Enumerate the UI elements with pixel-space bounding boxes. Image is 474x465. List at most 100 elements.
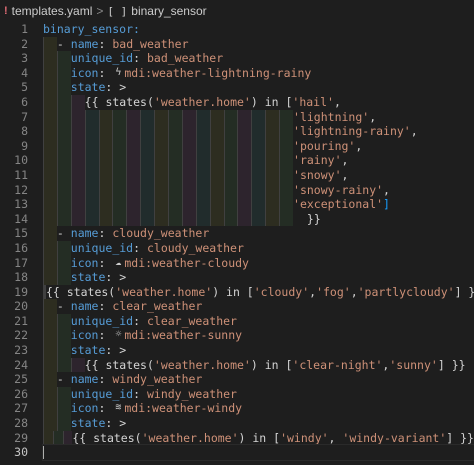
code-line[interactable]: 'rainy',	[43, 153, 474, 168]
indent-guide	[223, 197, 238, 212]
yaml-key: state	[70, 80, 106, 95]
code-line[interactable]: - name: bad_weather	[43, 36, 474, 52]
yaml-key: unique_id	[70, 51, 134, 66]
yaml-value: clear_weather	[146, 313, 237, 328]
line-number: 21	[14, 313, 28, 328]
code-line[interactable]: {{ states('weather.home') in ['cloudy', '…	[43, 284, 474, 300]
code-line[interactable]: - name: windy_weather	[43, 372, 474, 387]
breadcrumb-symbol[interactable]: binary_sensor	[131, 4, 206, 18]
indent-guide	[112, 109, 127, 125]
code-editor[interactable]: 1 2 3 4 5 6 7 8 9 10 11 12 13 14 15 16 1…	[0, 22, 474, 465]
current-line[interactable]	[42, 444, 474, 461]
code-line[interactable]: state: >	[43, 270, 474, 285]
colon: :	[133, 51, 141, 66]
indent-guide	[43, 153, 57, 168]
code-line[interactable]: {{ states('weather.home') in ['windy', '…	[43, 430, 474, 446]
yaml-key: icon	[70, 328, 99, 343]
line-number: 3	[21, 51, 28, 66]
list-dash: -	[56, 226, 64, 241]
indent-guide	[43, 94, 57, 110]
indent-guide	[126, 138, 141, 154]
weather-sunny-icon: ☼	[115, 329, 122, 341]
indent-guide	[279, 211, 294, 227]
code-line[interactable]: unique_id: windy_weather	[43, 386, 474, 402]
code-line[interactable]: 'exceptional']	[43, 197, 474, 212]
indent-guide	[56, 255, 71, 271]
code-line[interactable]: state: >	[43, 416, 474, 431]
indent-guide	[223, 138, 238, 154]
template-open: {{ states(	[84, 94, 154, 109]
indent-guide	[251, 124, 266, 139]
colon: :	[105, 416, 113, 431]
code-line[interactable]: 'lightning-rainy',	[43, 124, 474, 139]
code-line[interactable]: unique_id: bad_weather	[43, 51, 474, 66]
template-open: {{ states(	[72, 430, 142, 445]
breadcrumb: ! templates.yaml > [ ] binary_sensor	[0, 0, 474, 22]
indent-guide	[84, 138, 99, 154]
indent-guide	[237, 109, 252, 125]
indent-guide	[223, 211, 238, 227]
indent-guide	[265, 182, 280, 198]
yaml-key: icon	[70, 255, 99, 270]
indent-guide	[70, 124, 85, 139]
code-line[interactable]: {{ states('weather.home') in ['hail',	[43, 94, 474, 110]
indent-guide	[251, 109, 266, 125]
code-line[interactable]: - name: cloudy_weather	[43, 226, 474, 241]
indent-guide	[56, 153, 71, 168]
code-lines[interactable]: binary_sensor: - name: bad_weather uniqu…	[42, 22, 474, 461]
yaml-value: mdi:weather-sunny	[124, 328, 243, 343]
indent-guide	[84, 182, 99, 198]
code-line[interactable]: icon: ☼ mdi:weather-sunny	[43, 328, 474, 344]
code-line[interactable]: unique_id: clear_weather	[43, 313, 474, 329]
code-line[interactable]: icon: ϟ mdi:weather-lightning-rainy	[43, 65, 474, 81]
indent-guide	[223, 167, 238, 183]
indent-guide	[251, 138, 266, 154]
code-line[interactable]: 'lightning',	[43, 109, 474, 125]
indent-guide	[84, 197, 99, 212]
line-number: 4	[21, 65, 28, 80]
code-line[interactable]: state: >	[43, 343, 474, 358]
indent-guide	[43, 386, 57, 402]
template-in: ) in [	[238, 430, 281, 445]
indent-guide	[56, 138, 71, 154]
code-line[interactable]: icon: ☁ mdi:weather-cloudy	[43, 255, 474, 271]
code-line[interactable]: }}	[43, 211, 474, 227]
indent-guide	[56, 313, 71, 329]
code-line[interactable]: 'snowy',	[43, 167, 474, 183]
indent-guide	[43, 299, 57, 314]
code-line[interactable]: binary_sensor:	[43, 22, 474, 37]
colon: :	[105, 343, 113, 358]
indent-guide	[126, 182, 141, 198]
line-number: 15	[14, 226, 28, 241]
code-line[interactable]: {{ states('weather.home') in ['clear-nig…	[43, 357, 474, 373]
yaml-key: unique_id	[70, 240, 134, 255]
code-line[interactable]: unique_id: cloudy_weather	[43, 240, 474, 256]
yaml-key: state	[70, 416, 106, 431]
template-entity: 'weather.home'	[153, 357, 251, 372]
indent-guide	[154, 124, 169, 139]
indent-guide	[112, 197, 127, 212]
indent-guide	[112, 138, 127, 154]
code-line[interactable]: icon: ≋ mdi:weather-windy	[43, 401, 474, 417]
yaml-key: name	[70, 372, 99, 387]
yaml-key: unique_id	[70, 313, 134, 328]
indent-guide	[154, 211, 169, 227]
line-number: 25	[14, 372, 28, 387]
yaml-key: name	[70, 36, 99, 51]
indent-guide	[181, 197, 196, 212]
code-line[interactable]: - name: clear_weather	[43, 299, 474, 314]
line-number: 16	[14, 240, 28, 255]
breadcrumb-file[interactable]: templates.yaml	[12, 4, 93, 18]
code-line[interactable]: 'pouring',	[43, 138, 474, 154]
indent-guide	[56, 270, 71, 285]
indent-guide	[168, 182, 182, 198]
code-line[interactable]: state: >	[43, 80, 474, 95]
indent-guide	[265, 211, 280, 227]
indent-guide	[43, 211, 57, 227]
indent-guide	[70, 357, 85, 373]
indent-guide	[209, 197, 224, 212]
template-entity: 'weather.home'	[141, 430, 239, 445]
yaml-value: windy_weather	[146, 386, 237, 401]
template-value: 'cloudy'	[253, 284, 310, 299]
code-line[interactable]: 'snowy-rainy',	[43, 182, 474, 198]
